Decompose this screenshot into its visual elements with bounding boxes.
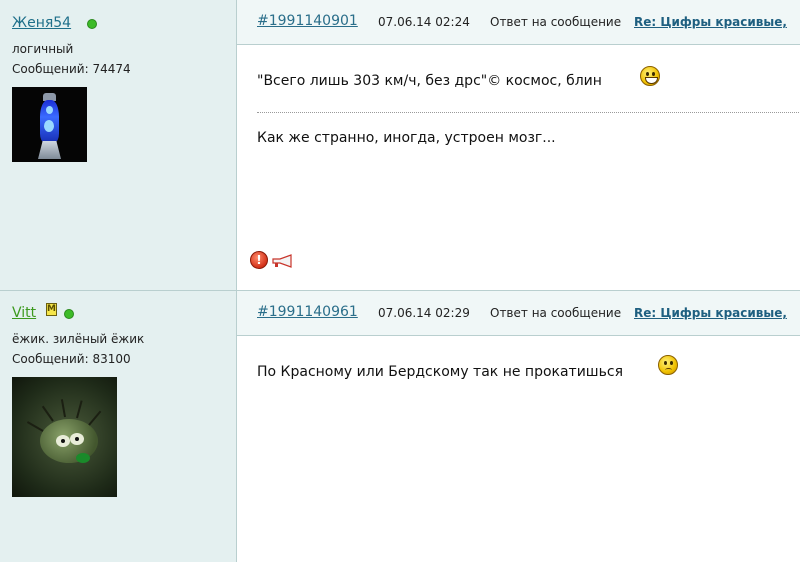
grin-smiley-icon xyxy=(640,66,660,86)
post-content: #1991140901 07.06.14 02:24 Ответ на сооб… xyxy=(237,0,800,290)
hedgehog-nose xyxy=(76,453,90,463)
lamp-base xyxy=(38,141,61,159)
post: Женя54 логичный Сообщений: 74474 #199114… xyxy=(0,0,800,291)
online-status-icon xyxy=(87,19,97,29)
online-status-icon xyxy=(64,309,74,319)
author-panel: Женя54 логичный Сообщений: 74474 xyxy=(0,0,237,290)
lava-blob xyxy=(46,106,53,114)
hedgehog-spike xyxy=(60,399,66,418)
username-link[interactable]: Женя54 xyxy=(12,15,71,31)
hedgehog-spike xyxy=(76,400,83,419)
post-header: #1991140901 07.06.14 02:24 Ответ на сооб… xyxy=(237,0,800,45)
message-count: Сообщений: 74474 xyxy=(12,62,131,76)
report-icon[interactable]: ! xyxy=(250,251,268,269)
megaphone-icon[interactable] xyxy=(271,254,295,268)
moderator-badge-icon: M xyxy=(46,303,57,316)
reply-to-label: Ответ на сообщение xyxy=(490,15,622,29)
hedgehog-spike xyxy=(41,405,54,422)
hedgehog-avatar[interactable] xyxy=(12,377,117,497)
post-header: #1991140961 07.06.14 02:29 Ответ на сооб… xyxy=(237,291,800,336)
hedgehog-spike xyxy=(26,421,44,432)
post-id-link[interactable]: #1991140961 xyxy=(257,304,358,320)
thread-link[interactable]: Re: Цифры красивые, xyxy=(634,15,787,29)
hedgehog-eye xyxy=(56,435,70,447)
sad-smiley-icon xyxy=(658,355,678,375)
signature-text: Как же странно, иногда, устроен мозг... xyxy=(257,130,556,146)
lava-lamp-avatar[interactable] xyxy=(12,87,87,162)
post-content: #1991140961 07.06.14 02:29 Ответ на сооб… xyxy=(237,291,800,562)
post-id-link[interactable]: #1991140901 xyxy=(257,13,358,29)
author-panel: Vitt M ёжик. зилёный ёжик Сообщений: 831… xyxy=(0,291,237,562)
user-rank: логичный xyxy=(12,42,74,56)
thread-link[interactable]: Re: Цифры красивые, xyxy=(634,306,787,320)
hedgehog-eye xyxy=(70,433,84,445)
lava-blob xyxy=(44,120,54,132)
post: Vitt M ёжик. зилёный ёжик Сообщений: 831… xyxy=(0,291,800,562)
signature-separator xyxy=(257,112,800,113)
username-link[interactable]: Vitt xyxy=(12,305,36,321)
message-count: Сообщений: 83100 xyxy=(12,352,131,366)
lamp-glass xyxy=(40,100,59,142)
message-text: "Всего лишь 303 км/ч, без дрс"© космос, … xyxy=(257,73,602,89)
hedgehog-spike xyxy=(88,410,102,426)
user-rank: ёжик. зилёный ёжик xyxy=(12,332,145,346)
post-date: 07.06.14 02:29 xyxy=(378,306,470,320)
post-date: 07.06.14 02:24 xyxy=(378,15,470,29)
reply-to-label: Ответ на сообщение xyxy=(490,306,622,320)
message-text: По Красному или Бердскому так не прокати… xyxy=(257,364,623,380)
